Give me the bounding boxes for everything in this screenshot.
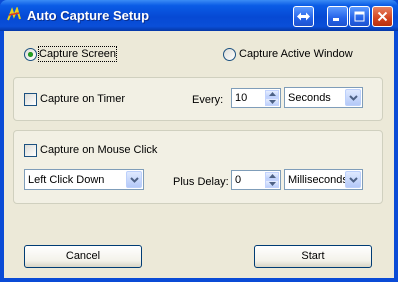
start-button[interactable]: Start	[254, 245, 372, 268]
spin-down-button[interactable]	[265, 98, 279, 106]
timer-group: Capture on Timer Every: 10 Seconds	[13, 77, 383, 121]
radio-selected-dot	[28, 52, 33, 57]
title-bar[interactable]: Auto Capture Setup	[0, 0, 398, 31]
delay-unit-value: Milliseconds	[288, 174, 348, 186]
capture-on-timer-checkbox[interactable]	[24, 93, 37, 106]
delay-unit-select[interactable]: Milliseconds	[284, 169, 363, 190]
app-icon	[7, 7, 21, 21]
spin-up-button[interactable]	[265, 90, 279, 98]
arrow-up-icon	[268, 92, 276, 96]
plus-delay-label: Plus Delay:	[173, 176, 229, 188]
capture-screen-label[interactable]: Capture Screen	[37, 46, 118, 62]
chevron-down-icon	[348, 94, 358, 101]
capture-active-window-radio[interactable]	[223, 48, 236, 61]
spin-down-button[interactable]	[265, 180, 279, 188]
window-title: Auto Capture Setup	[27, 8, 150, 23]
capture-on-mouse-click-checkbox[interactable]	[24, 144, 37, 157]
arrow-down-icon	[268, 182, 276, 186]
delay-spinbox[interactable]: 0	[231, 170, 281, 190]
dialog-window: Auto Capture Setup Capture Screen Captur…	[0, 0, 398, 282]
timer-unit-select[interactable]: Seconds	[284, 87, 363, 108]
spin-up-button[interactable]	[265, 172, 279, 180]
capture-screen-radio[interactable]	[24, 48, 37, 61]
close-icon	[377, 11, 388, 22]
dialog-body: Capture Screen Capture Active Window Cap…	[4, 31, 394, 278]
click-type-select[interactable]: Left Click Down	[24, 169, 144, 190]
delay-value: 0	[235, 174, 242, 186]
capture-on-mouse-click-label[interactable]: Capture on Mouse Click	[40, 143, 157, 157]
click-type-dropdown-button[interactable]	[126, 171, 142, 188]
minimize-button[interactable]	[327, 6, 348, 27]
click-type-value: Left Click Down	[28, 174, 105, 186]
cancel-button[interactable]: Cancel	[24, 245, 142, 268]
every-value: 10	[235, 92, 248, 104]
every-spinbox[interactable]: 10	[231, 88, 281, 108]
chevron-down-icon	[348, 176, 358, 183]
capture-active-window-label[interactable]: Capture Active Window	[239, 47, 353, 61]
timer-unit-value: Seconds	[288, 92, 331, 104]
minimize-icon	[333, 18, 339, 21]
capture-on-timer-label[interactable]: Capture on Timer	[40, 92, 125, 106]
maximize-button[interactable]	[349, 6, 370, 27]
every-spinner[interactable]	[265, 90, 279, 106]
chevron-down-icon	[129, 176, 139, 183]
close-button[interactable]	[372, 6, 393, 27]
arrow-up-icon	[268, 174, 276, 178]
timer-unit-dropdown-button[interactable]	[345, 89, 361, 106]
every-label: Every:	[192, 94, 224, 106]
delay-unit-dropdown-button[interactable]	[345, 171, 361, 188]
delay-spinner[interactable]	[265, 172, 279, 188]
restore-button[interactable]	[293, 6, 314, 27]
mouse-click-group: Capture on Mouse Click Left Click Down P…	[13, 130, 383, 204]
arrow-down-icon	[268, 100, 276, 104]
maximize-icon	[354, 11, 365, 22]
restore-arrows-icon	[297, 12, 310, 21]
